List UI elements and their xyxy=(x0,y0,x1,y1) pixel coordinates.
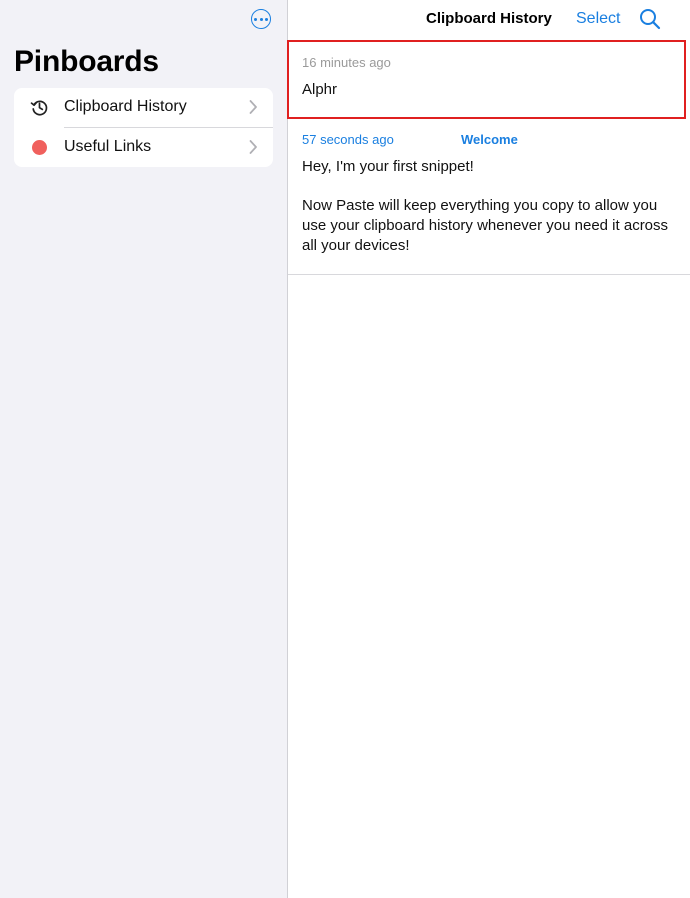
sidebar: Pinboards Clipboard History Useful Links xyxy=(0,0,287,898)
select-button[interactable]: Select xyxy=(576,10,620,28)
clip-divider xyxy=(288,274,690,275)
clip-tag: Welcome xyxy=(461,132,518,147)
red-dot-icon xyxy=(30,138,49,157)
clip-paragraph: Hey, I'm your first snippet! xyxy=(302,158,474,175)
clip-item[interactable]: 57 seconds ago Welcome Hey, I'm your fir… xyxy=(288,121,690,274)
sidebar-item-label: Useful Links xyxy=(64,138,152,155)
sidebar-item-clipboard-history[interactable]: Clipboard History xyxy=(14,88,273,127)
sidebar-item-useful-links[interactable]: Useful Links xyxy=(14,128,273,167)
chevron-right-icon xyxy=(249,100,257,114)
clip-paragraph: Now Paste will keep everything you copy … xyxy=(302,197,669,254)
pinboard-list: Clipboard History Useful Links xyxy=(14,88,273,167)
page-title: Clipboard History xyxy=(426,10,552,27)
clock-history-icon xyxy=(30,98,49,117)
sidebar-item-label: Clipboard History xyxy=(64,98,187,115)
search-icon[interactable] xyxy=(639,8,661,30)
clip-timestamp: 57 seconds ago xyxy=(302,132,394,147)
sidebar-title: Pinboards xyxy=(14,45,159,78)
more-options-icon[interactable] xyxy=(251,9,271,29)
clip-body: Hey, I'm your first snippet! Now Paste w… xyxy=(302,157,682,256)
chevron-right-icon xyxy=(249,140,257,154)
highlight-box xyxy=(287,40,686,119)
